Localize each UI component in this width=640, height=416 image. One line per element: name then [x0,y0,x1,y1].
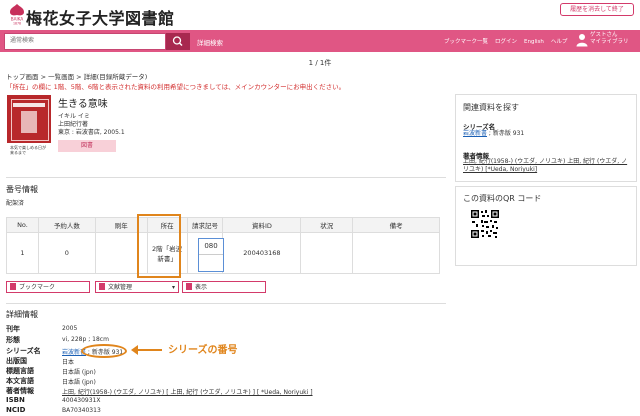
detail-value-format: vi, 228p ; 18cm [62,336,109,343]
detail-label-isbn: ISBN [6,396,25,404]
qr-title: この資料のQR コード [463,194,542,203]
print-button[interactable]: 表示 [182,281,266,293]
clear-history-button[interactable]: 履歴を消去して終了 [560,3,634,16]
col-item-id: 資料ID [222,217,302,233]
search-input[interactable] [5,34,165,47]
qr-code-panel: この資料のQR コード [455,186,637,266]
detail-value-year: 2005 [62,325,78,332]
nav-english[interactable]: English [524,39,544,45]
side-series-link[interactable]: 岩波新書 [463,130,487,137]
material-type-badge: 図書 [58,140,116,152]
divider [6,303,446,304]
cell-item-id: 200403168 [222,232,302,274]
cell-no: 1 [6,232,39,274]
col-remarks: 備考 [352,217,440,233]
nav-bookmark-list[interactable]: ブックマーク一覧 [444,39,488,45]
holdings-section-title: 番号情報 [6,185,38,194]
bookmark-button[interactable]: ブックマーク [6,281,90,293]
detail-value-text-language: 日本語 (jpn) [62,379,96,386]
detail-label-series: シリーズ名 [6,347,41,355]
cell-status [300,232,354,274]
print-icon [186,283,192,290]
call-number-value: 080 [204,242,218,250]
series-number-annotation: シリーズの番号 [168,345,238,356]
detail-value-ncid: BA70340313 [62,407,101,414]
book-cover-image: 本気で楽しめる日が来るまで [7,95,51,166]
search-button[interactable] [166,33,190,50]
search-box [4,33,166,50]
cell-reservations: 0 [37,232,96,274]
divider [6,177,446,178]
detail-value-isbn: 400430931X [62,397,101,404]
nav-links: ブックマーク一覧 ログイン English ヘルプ [444,37,574,45]
detail-value-author[interactable]: 上田, 紀行(1958-) (ウエダ, ノリユキ) [ 上田, 紀行 (ウエダ,… [62,387,313,396]
qr-code-image [470,209,500,241]
detail-label-format: 形態 [6,336,20,344]
page-count: 1 / 1件 [308,59,332,67]
holdings-subtitle: 配架済 [6,200,25,207]
related-materials-panel: 関連資料を探す シリーズ名 岩波新書 ; 新赤版 931 著者情報 上田, 紀行… [455,94,637,182]
advanced-search-link[interactable]: 詳細検索 [197,37,223,47]
col-status: 状況 [300,217,354,233]
location-highlight-box [137,214,181,278]
search-icon [172,36,183,46]
cell-remarks [352,232,440,274]
call-number-label[interactable]: 080 [198,238,224,272]
details-section-title: 詳細情報 [6,310,38,319]
chevron-down-icon: ▾ [171,284,175,291]
detail-value-title-language: 日本語 (jpn) [62,369,96,376]
baika-logo[interactable]: BAIKA 1878 [8,3,26,26]
holdings-header-row: No. 予約人数 刷年 所在 請求記号 資料ID 状況 備考 [6,217,440,233]
col-call-number: 請求記号 [186,217,224,233]
nav-login[interactable]: ログイン [495,39,517,45]
my-library-link: マイライブラリ [590,39,629,45]
detail-value-country: 日本 [62,359,75,366]
col-no: No. [6,217,39,233]
site-title[interactable]: 梅花女子大学図書館 [26,5,175,29]
bibliography-icon [99,283,105,290]
book-title: 生きる意味 [58,99,108,110]
detail-label-title-language: 標題言語 [6,367,34,375]
detail-label-ncid: NCID [6,406,26,414]
user-icon[interactable] [576,33,588,47]
notice-message: 「所在」の欄に 1階、5階、6階と表示された資料の利用希望につきましては、メイン… [6,83,346,91]
annotation-arrow-line [136,349,162,351]
detail-label-year: 刊年 [6,325,20,333]
side-author-links[interactable]: 上田, 紀行(1958-) (ウエダ, ノリユキ) 上田, 紀行 (ウエダ, ノ… [463,158,631,174]
bookmark-icon [10,283,16,290]
annotation-arrow-head [131,345,138,355]
bibliography-button[interactable]: 文献管理 ▾ [95,281,179,293]
book-publisher: 東京 : 岩波書店, 2005.1 [58,129,125,136]
nav-help[interactable]: ヘルプ [551,39,568,45]
breadcrumb[interactable]: トップ画面 > 一覧画面 > 詳細(目録所蔵データ) [6,71,147,81]
detail-label-author: 著者情報 [6,387,34,395]
guest-my-library[interactable]: ゲストさん マイライブラリ [590,32,629,46]
detail-label-text-language: 本文言語 [6,377,34,385]
series-highlight-ellipse [81,344,127,358]
guest-name: ゲストさん [590,32,618,38]
detail-label-country: 出版国 [6,357,27,365]
side-series-value: 岩波新書 ; 新赤版 931 [463,130,525,137]
related-title: 関連資料を探す [463,103,519,112]
logo-year: 1878 [13,22,21,26]
cover-text: 本気で楽しめる日が来るまで [10,145,46,155]
col-reservations: 予約人数 [37,217,96,233]
